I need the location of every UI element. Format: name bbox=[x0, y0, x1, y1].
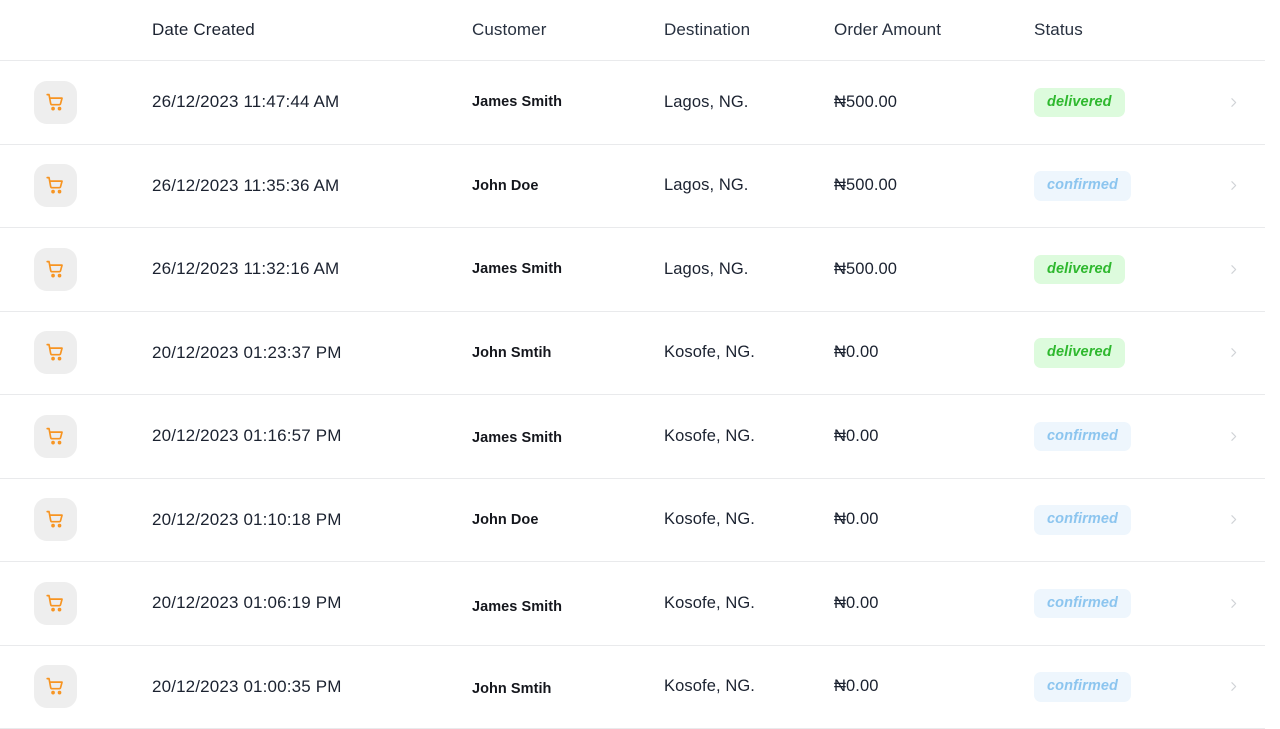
table-row[interactable]: 26/12/2023 11:35:36 AMJohn DoeLagos, NG.… bbox=[0, 145, 1265, 229]
table-row[interactable]: 26/12/2023 11:47:44 AMJames SmithLagos, … bbox=[0, 61, 1265, 145]
shopping-cart-icon bbox=[34, 665, 77, 708]
status-badge: confirmed bbox=[1034, 505, 1131, 535]
column-header-customer: Customer bbox=[472, 20, 664, 40]
cell-destination: Kosofe, NG. bbox=[664, 677, 834, 696]
shopping-cart-icon bbox=[34, 582, 77, 625]
chevron-right-icon[interactable] bbox=[1220, 513, 1280, 526]
cell-customer: James Smith bbox=[472, 94, 664, 110]
cell-status: confirmed bbox=[1034, 505, 1220, 535]
table-body: 26/12/2023 11:47:44 AMJames SmithLagos, … bbox=[0, 61, 1280, 729]
table-row[interactable]: 26/12/2023 11:32:16 AMJames SmithLagos, … bbox=[0, 228, 1265, 312]
cell-order-amount: ₦500.00 bbox=[834, 176, 1034, 195]
row-icon-cell bbox=[34, 331, 152, 374]
cell-destination: Lagos, NG. bbox=[664, 260, 834, 279]
cell-customer: James Smith bbox=[472, 599, 664, 615]
table-row[interactable]: 20/12/2023 01:06:19 PMJames SmithKosofe,… bbox=[0, 562, 1265, 646]
cell-status: delivered bbox=[1034, 88, 1220, 118]
cell-destination: Lagos, NG. bbox=[664, 176, 834, 195]
row-icon-cell bbox=[34, 415, 152, 458]
cell-order-amount: ₦0.00 bbox=[834, 343, 1034, 362]
cell-order-amount: ₦500.00 bbox=[834, 260, 1034, 279]
cell-customer: James Smith bbox=[472, 430, 664, 446]
status-badge: confirmed bbox=[1034, 171, 1131, 201]
table-row[interactable]: 20/12/2023 01:00:35 PMJohn SmtihKosofe, … bbox=[0, 646, 1265, 729]
cell-status: confirmed bbox=[1034, 672, 1220, 702]
column-header-date-created: Date Created bbox=[152, 20, 472, 40]
cell-destination: Kosofe, NG. bbox=[664, 510, 834, 529]
cell-order-amount: ₦0.00 bbox=[834, 677, 1034, 696]
cell-customer: John Smtih bbox=[472, 681, 664, 697]
shopping-cart-icon bbox=[34, 248, 77, 291]
column-header-order-amount: Order Amount bbox=[834, 20, 1034, 40]
cell-date-created: 20/12/2023 01:10:18 PM bbox=[152, 510, 472, 530]
cell-order-amount: ₦500.00 bbox=[834, 93, 1034, 112]
chevron-right-icon[interactable] bbox=[1220, 263, 1280, 276]
cell-date-created: 20/12/2023 01:16:57 PM bbox=[152, 426, 472, 446]
chevron-right-icon[interactable] bbox=[1220, 597, 1280, 610]
cell-date-created: 26/12/2023 11:35:36 AM bbox=[152, 176, 472, 196]
cell-order-amount: ₦0.00 bbox=[834, 594, 1034, 613]
cell-status: delivered bbox=[1034, 338, 1220, 368]
table-row[interactable]: 20/12/2023 01:16:57 PMJames SmithKosofe,… bbox=[0, 395, 1265, 479]
row-icon-cell bbox=[34, 81, 152, 124]
status-badge: confirmed bbox=[1034, 672, 1131, 702]
shopping-cart-icon bbox=[34, 331, 77, 374]
cell-status: confirmed bbox=[1034, 171, 1220, 201]
table-row[interactable]: 20/12/2023 01:23:37 PMJohn SmtihKosofe, … bbox=[0, 312, 1265, 396]
status-badge: delivered bbox=[1034, 88, 1125, 118]
cell-customer: John Smtih bbox=[472, 345, 664, 361]
status-badge: confirmed bbox=[1034, 589, 1131, 619]
chevron-right-icon[interactable] bbox=[1220, 179, 1280, 192]
table-header-row: Date Created Customer Destination Order … bbox=[0, 0, 1265, 61]
cell-order-amount: ₦0.00 bbox=[834, 510, 1034, 529]
row-icon-cell bbox=[34, 498, 152, 541]
status-badge: confirmed bbox=[1034, 422, 1131, 452]
cell-date-created: 20/12/2023 01:06:19 PM bbox=[152, 593, 472, 613]
cell-customer: John Doe bbox=[472, 178, 664, 194]
status-badge: delivered bbox=[1034, 338, 1125, 368]
cell-destination: Kosofe, NG. bbox=[664, 343, 834, 362]
cell-destination: Kosofe, NG. bbox=[664, 427, 834, 446]
orders-table: Date Created Customer Destination Order … bbox=[0, 0, 1280, 720]
chevron-right-icon[interactable] bbox=[1220, 96, 1280, 109]
table-row[interactable]: 20/12/2023 01:10:18 PMJohn DoeKosofe, NG… bbox=[0, 479, 1265, 563]
chevron-right-icon[interactable] bbox=[1220, 346, 1280, 359]
chevron-right-icon[interactable] bbox=[1220, 430, 1280, 443]
chevron-right-icon[interactable] bbox=[1220, 680, 1280, 693]
shopping-cart-icon bbox=[34, 498, 77, 541]
row-icon-cell bbox=[34, 665, 152, 708]
row-icon-cell bbox=[34, 164, 152, 207]
cell-date-created: 20/12/2023 01:00:35 PM bbox=[152, 677, 472, 697]
cell-customer: John Doe bbox=[472, 512, 664, 528]
column-header-status: Status bbox=[1034, 20, 1220, 40]
shopping-cart-icon bbox=[34, 164, 77, 207]
cell-order-amount: ₦0.00 bbox=[834, 427, 1034, 446]
cell-destination: Lagos, NG. bbox=[664, 93, 834, 112]
shopping-cart-icon bbox=[34, 415, 77, 458]
cell-status: confirmed bbox=[1034, 422, 1220, 452]
cell-date-created: 26/12/2023 11:47:44 AM bbox=[152, 92, 472, 112]
cell-status: delivered bbox=[1034, 255, 1220, 285]
cell-status: confirmed bbox=[1034, 589, 1220, 619]
shopping-cart-icon bbox=[34, 81, 77, 124]
column-header-destination: Destination bbox=[664, 20, 834, 40]
row-icon-cell bbox=[34, 248, 152, 291]
cell-destination: Kosofe, NG. bbox=[664, 594, 834, 613]
cell-date-created: 26/12/2023 11:32:16 AM bbox=[152, 259, 472, 279]
row-icon-cell bbox=[34, 582, 152, 625]
cell-customer: James Smith bbox=[472, 261, 664, 277]
cell-date-created: 20/12/2023 01:23:37 PM bbox=[152, 343, 472, 363]
status-badge: delivered bbox=[1034, 255, 1125, 285]
